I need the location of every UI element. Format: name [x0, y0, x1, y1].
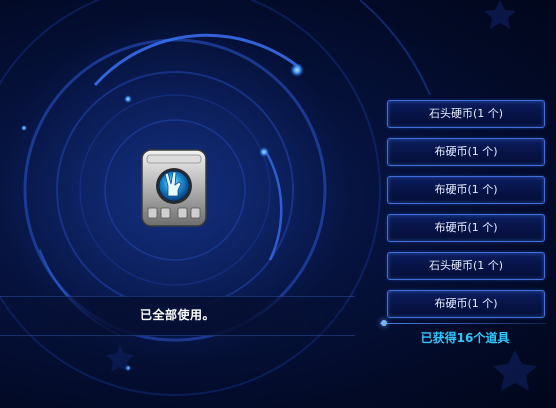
- reward-item-button[interactable]: 石头硬币(1 个): [387, 252, 545, 280]
- victory-hand-coin-box-icon: [138, 146, 210, 230]
- summary-divider: [380, 323, 546, 324]
- summary-divider-dot: [381, 320, 387, 326]
- reward-item-button[interactable]: 布硬币(1 个): [387, 138, 545, 166]
- reward-item-button[interactable]: 石头硬币(1 个): [387, 100, 545, 128]
- reward-screen: 已全部使用。 石头硬币(1 个) 布硬币(1 个) 布硬币(1 个) 布硬币(1…: [0, 0, 556, 408]
- reward-item-button[interactable]: 布硬币(1 个): [387, 176, 545, 204]
- status-message: 已全部使用。: [139, 308, 215, 322]
- reward-item-button[interactable]: 布硬币(1 个): [387, 290, 545, 318]
- reward-item-button[interactable]: 布硬币(1 个): [387, 214, 545, 242]
- items-obtained-total: 已获得16个道具: [420, 331, 510, 345]
- reward-list: 石头硬币(1 个) 布硬币(1 个) 布硬币(1 个) 布硬币(1 个) 石头硬…: [387, 100, 545, 328]
